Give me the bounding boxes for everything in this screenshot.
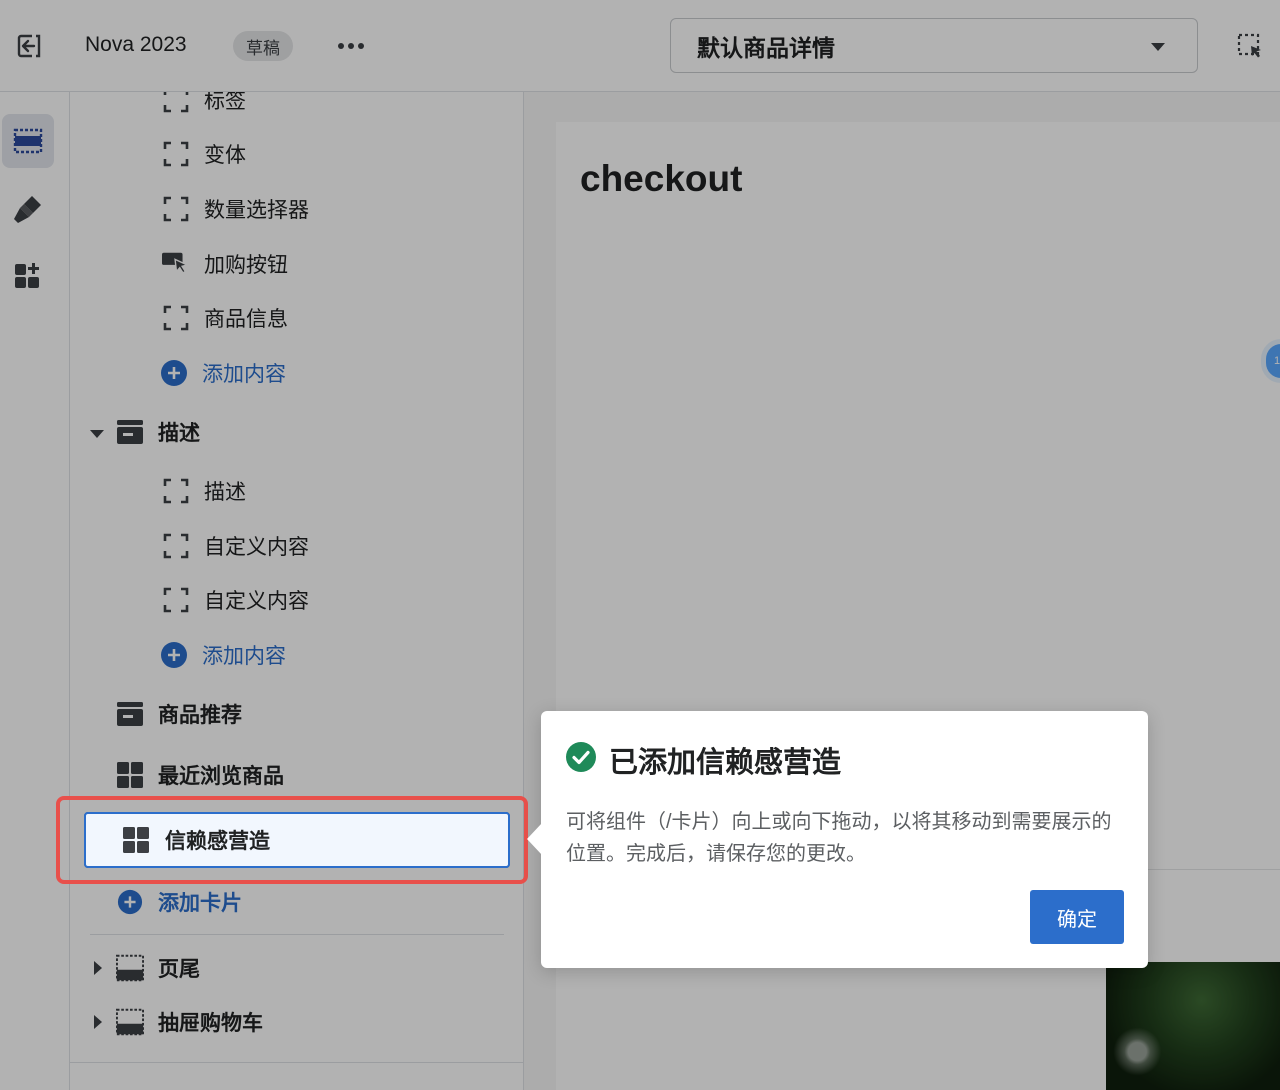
app-blocks-icon[interactable] [2, 249, 54, 303]
block-row[interactable]: 加购按钮 [162, 244, 288, 284]
block-row[interactable]: 描述 [162, 471, 246, 511]
block-row[interactable]: 自定义内容 [162, 580, 309, 620]
chevron-right-icon[interactable] [94, 1015, 102, 1029]
section-row-cart-drawer[interactable]: 抽屉购物车 [116, 1002, 263, 1042]
footer-icon [116, 954, 144, 982]
block-bracket-icon [162, 586, 190, 614]
block-bracket-icon [162, 477, 190, 505]
grid-icon [116, 761, 144, 789]
chevron-down-icon [1151, 43, 1165, 51]
app-title: Nova 2023 [85, 33, 187, 56]
add-block-label: 添加内容 [202, 645, 286, 668]
block-label: 标签 [204, 92, 246, 113]
sections-sidebar: 标签 变体 数量选择器 加购按钮 商品信息 添加内容 描述 描述 自定义内容 自… [70, 92, 524, 1090]
theme-settings-icon[interactable] [2, 182, 54, 236]
block-bracket-icon [162, 195, 190, 223]
block-bracket-icon [162, 532, 190, 560]
block-row[interactable]: 自定义内容 [162, 526, 309, 566]
cursor-button-icon [162, 250, 190, 278]
block-row[interactable]: 标签 [162, 92, 246, 120]
section-row-footer[interactable]: 页尾 [116, 948, 200, 988]
block-label: 加购按钮 [204, 254, 288, 277]
preview-title: checkout [580, 158, 743, 199]
section-label: 最近浏览商品 [158, 765, 284, 788]
sections-icon[interactable] [2, 114, 54, 168]
sidebar-divider [90, 934, 504, 935]
block-bracket-icon [162, 92, 190, 114]
section-box-icon [116, 700, 144, 728]
block-label: 自定义内容 [204, 590, 309, 613]
block-bracket-icon [162, 304, 190, 332]
block-row[interactable]: 商品信息 [162, 298, 288, 338]
section-label: 抽屉购物车 [158, 1012, 263, 1035]
section-label: 页尾 [158, 958, 200, 981]
block-label: 自定义内容 [204, 536, 309, 559]
section-label: 信赖感营造 [165, 830, 270, 853]
block-label: 变体 [204, 144, 246, 167]
left-rail [0, 92, 70, 1090]
block-bracket-icon [162, 140, 190, 168]
highlighted-section-row[interactable]: 信赖感营造 [84, 812, 510, 868]
more-horizontal-icon[interactable] [330, 30, 372, 62]
template-select-value: 默认商品详情 [697, 34, 835, 61]
add-card-label: 添加卡片 [158, 892, 242, 915]
block-row[interactable]: 数量选择器 [162, 189, 309, 229]
draft-badge: 草稿 [233, 31, 293, 61]
exit-icon[interactable] [12, 28, 48, 64]
section-row-recommendations[interactable]: 商品推荐 [116, 694, 242, 734]
add-block-label: 添加内容 [202, 363, 286, 386]
section-box-icon [116, 418, 144, 446]
block-label: 数量选择器 [204, 199, 309, 222]
check-circle-icon [565, 741, 597, 773]
popover-arrow [527, 823, 542, 855]
chevron-right-icon[interactable] [94, 961, 102, 975]
add-card-button[interactable]: 添加卡片 [116, 882, 242, 922]
top-bar: Nova 2023 草稿 默认商品详情 [0, 0, 1280, 92]
sidebar-bottom-divider [70, 1062, 523, 1063]
add-circle-icon [116, 888, 144, 916]
block-row[interactable]: 变体 [162, 134, 246, 174]
add-block-button[interactable]: 添加内容 [160, 635, 286, 675]
add-circle-icon [160, 641, 188, 669]
section-label: 描述 [158, 422, 200, 445]
popover-body: 可将组件（/卡片）向上或向下拖动，以将其移动到需要展示的位置。完成后，请保存您的… [566, 811, 1112, 865]
block-label: 描述 [204, 481, 246, 504]
grid-icon [121, 825, 151, 855]
confirm-button[interactable]: 确定 [1030, 890, 1124, 944]
section-label: 商品推荐 [158, 704, 242, 727]
product-photo [1106, 962, 1280, 1090]
drawer-icon [116, 1008, 144, 1036]
template-select[interactable]: 默认商品详情 [670, 18, 1198, 73]
block-label: 商品信息 [204, 308, 288, 331]
chevron-down-icon[interactable] [90, 430, 104, 438]
add-circle-icon [160, 359, 188, 387]
section-row-recently-viewed[interactable]: 最近浏览商品 [116, 755, 284, 795]
popover-title: 已添加信赖感营造 [609, 747, 842, 779]
inspector-select-icon[interactable] [1234, 30, 1266, 62]
section-row-description[interactable]: 描述 [116, 412, 200, 452]
section-added-popover: 已添加信赖感营造 可将组件（/卡片）向上或向下拖动，以将其移动到需要展示的位置。… [527, 711, 1148, 968]
add-block-button[interactable]: 添加内容 [160, 353, 286, 393]
